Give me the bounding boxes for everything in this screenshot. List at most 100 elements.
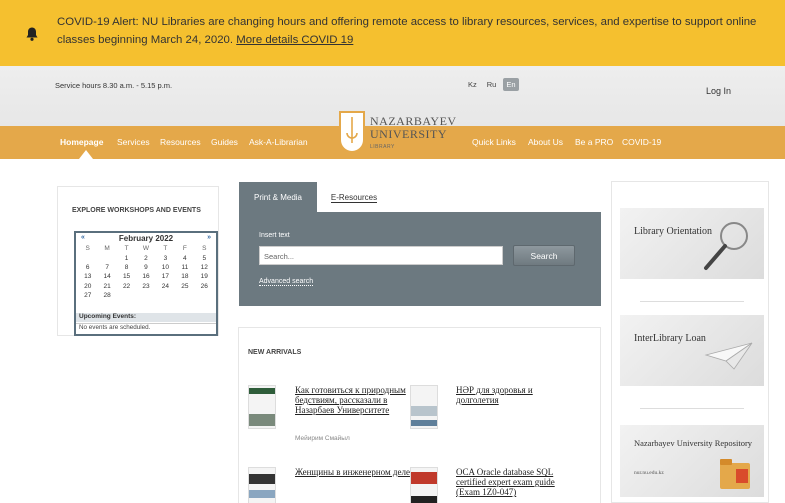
book-cover-4[interactable] (410, 467, 438, 503)
promo-divider (640, 408, 744, 409)
bell-icon (26, 27, 38, 41)
promo-nu-repository[interactable]: Nazarbayev University Repository nur.nu.… (620, 425, 764, 497)
nav-resources[interactable]: Resources (160, 137, 201, 147)
book-title-4[interactable]: OCA Oracle database SQL certified expert… (456, 467, 580, 497)
tab-e-resources[interactable]: E-Resources (319, 182, 389, 212)
promo-interlibrary-loan[interactable]: InterLibrary Loan (620, 315, 764, 386)
search-tabs: Print & Media E-Resources (239, 182, 601, 212)
emblem-mark-icon (346, 117, 358, 143)
search-button[interactable]: Search (513, 245, 575, 266)
alert-text: COVID-19 Alert: NU Libraries are changin… (57, 16, 757, 46)
language-switcher: Kz Ru En (465, 78, 519, 91)
calendar-day[interactable]: 3 (156, 253, 175, 262)
search-panel: Insert text Search... Search Advanced se… (239, 212, 601, 306)
calendar-day (175, 291, 194, 300)
folder-icon (720, 459, 750, 489)
calendar-day[interactable]: 22 (117, 282, 136, 291)
calendar-day (195, 291, 214, 300)
calendar-day[interactable]: 25 (175, 282, 194, 291)
tab-print-media[interactable]: Print & Media (239, 182, 317, 212)
search-input[interactable]: Search... (259, 246, 503, 265)
nav-homepage[interactable]: Homepage (60, 137, 103, 147)
calendar-day[interactable]: 28 (97, 291, 116, 300)
calendar-day (97, 253, 116, 262)
dow-label: M (104, 245, 110, 253)
nav-guides[interactable]: Guides (211, 137, 238, 147)
calendar-day[interactable]: 10 (156, 263, 175, 272)
calendar-day[interactable]: 19 (195, 272, 214, 281)
dow-label: F (182, 245, 187, 253)
nu-library-logo[interactable]: NAZARBAYEV UNIVERSITY LIBRARY (331, 106, 456, 161)
events-panel: EXPLORE WORKSHOPS AND EVENTS February 20… (57, 186, 219, 336)
promo-library-orientation[interactable]: Library Orientation (620, 208, 764, 279)
service-hours: Service hours 8.30 a.m. - 5.15 p.m. (55, 81, 173, 90)
calendar-day[interactable]: 16 (136, 272, 155, 281)
book-title-2[interactable]: НӘР для здоровья и долголетия (456, 385, 576, 405)
promo-nu-repository-url: nur.nu.edu.kz (634, 470, 664, 476)
dow-label: S (85, 245, 90, 253)
calendar-day[interactable]: 21 (97, 282, 116, 291)
login-link[interactable]: Log In (706, 86, 731, 96)
book-title-1[interactable]: Как готовиться к природным бедствиям, ра… (295, 385, 407, 415)
calendar-day[interactable]: 6 (78, 263, 97, 272)
book-title-3[interactable]: Женщины в инженерном деле (295, 467, 411, 477)
lang-ru[interactable]: Ru (484, 78, 500, 91)
nav-services[interactable]: Services (117, 137, 150, 147)
calendar-day[interactable]: 12 (195, 263, 214, 272)
promo-divider (640, 301, 744, 302)
dow-label: W (142, 245, 150, 253)
no-events-text: No events are scheduled. (76, 323, 216, 331)
calendar-day[interactable]: 15 (117, 272, 136, 281)
calendar-day[interactable]: 20 (78, 282, 97, 291)
calendar-day[interactable]: 26 (195, 282, 214, 291)
calendar-day (136, 291, 155, 300)
paper-plane-icon (704, 342, 753, 370)
calendar-day[interactable]: 11 (175, 263, 194, 272)
tab-e-resources-label: E-Resources (330, 193, 378, 203)
calendar-header: February 2022 « » (76, 234, 216, 244)
nav-ask-a-librarian[interactable]: Ask-A-Librarian (249, 137, 308, 147)
lang-en[interactable]: En (503, 78, 519, 91)
dow-label: T (124, 245, 129, 253)
calendar-day[interactable]: 4 (175, 253, 194, 262)
advanced-search-link[interactable]: Advanced search (259, 278, 314, 286)
lang-kz[interactable]: Kz (465, 78, 480, 91)
book-cover-3[interactable] (248, 467, 276, 503)
nav-about-us[interactable]: About Us (528, 137, 563, 147)
calendar-day[interactable]: 24 (156, 282, 175, 291)
nu-emblem-icon (339, 111, 365, 153)
nav-active-caret (79, 150, 93, 159)
calendar-day[interactable]: 18 (175, 272, 194, 281)
calendar-day[interactable]: 23 (136, 282, 155, 291)
dow-label: T (163, 245, 168, 253)
alert-details-link[interactable]: More details COVID 19 (236, 34, 353, 46)
calendar-day[interactable]: 7 (97, 263, 116, 272)
book-cover-2[interactable] (410, 385, 438, 429)
calendar-day[interactable]: 2 (136, 253, 155, 262)
calendar-day[interactable]: 14 (97, 272, 116, 281)
events-title: EXPLORE WORKSHOPS AND EVENTS (72, 207, 201, 214)
magnifier-icon (704, 222, 748, 270)
calendar-month: February 2022 (118, 234, 174, 243)
nav-quick-links[interactable]: Quick Links (472, 137, 516, 147)
calendar-prev-button[interactable]: « (81, 234, 85, 241)
calendar-day (78, 253, 97, 262)
calendar-day[interactable]: 13 (78, 272, 97, 281)
calendar-day[interactable]: 8 (117, 263, 136, 272)
calendar-grid: S M T W T F S 1 2 3 4 5 6 7 8 9 10 11 12… (78, 244, 214, 300)
calendar-day[interactable]: 1 (117, 253, 136, 262)
covid-alert-bar: COVID-19 Alert: NU Libraries are changin… (0, 0, 785, 66)
search-label: Insert text (259, 232, 290, 239)
logo-line-2: UNIVERSITY (370, 127, 447, 141)
nav-be-a-pro[interactable]: Be a PRO (575, 137, 613, 147)
calendar-day[interactable]: 9 (136, 263, 155, 272)
calendar-day[interactable]: 17 (156, 272, 175, 281)
book-cover-1[interactable] (248, 385, 276, 429)
calendar-next-button[interactable]: » (207, 234, 211, 241)
calendar-day[interactable]: 27 (78, 291, 97, 300)
book-author-1: Мейирим Смайыл (295, 435, 350, 442)
events-calendar: February 2022 « » S M T W T F S 1 2 3 4 … (74, 231, 218, 336)
nav-covid-19[interactable]: COVID-19 (622, 137, 661, 147)
calendar-day[interactable]: 5 (195, 253, 214, 262)
calendar-day (156, 291, 175, 300)
